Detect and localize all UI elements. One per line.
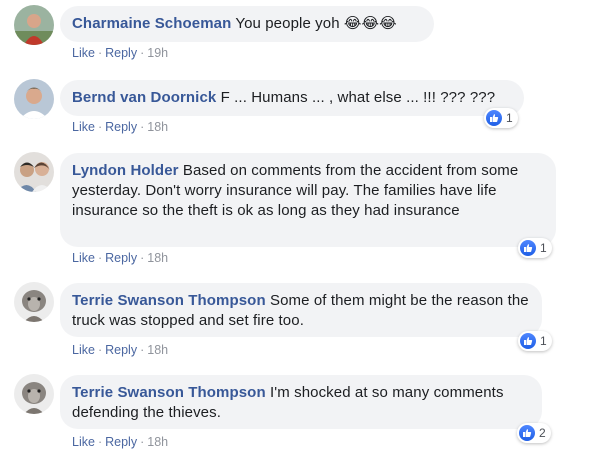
comment-bubble: Terrie Swanson Thompson Some of them mig… bbox=[60, 283, 542, 337]
thumbs-up-icon bbox=[519, 425, 535, 441]
avatar[interactable] bbox=[14, 282, 54, 322]
comment-bubble: Terrie Swanson Thompson I'm shocked at s… bbox=[60, 375, 542, 429]
comment-text: F ... Humans ... , what else ... !!! ???… bbox=[220, 89, 496, 106]
reply-link[interactable]: Reply bbox=[105, 343, 137, 357]
comment-time[interactable]: 18h bbox=[147, 343, 168, 357]
reply-link[interactable]: Reply bbox=[105, 435, 137, 449]
thumbs-up-icon bbox=[486, 110, 502, 126]
comment-actions: Like · Reply · 18h bbox=[72, 251, 169, 265]
reaction-number: 1 bbox=[540, 241, 547, 255]
comment-time[interactable]: 18h bbox=[147, 251, 168, 265]
comment-time[interactable]: 19h bbox=[147, 46, 168, 60]
like-link[interactable]: Like bbox=[72, 435, 95, 449]
reaction-count[interactable]: 2 bbox=[517, 423, 551, 443]
comment-actions: Like · Reply · 18h bbox=[72, 120, 169, 134]
reaction-count[interactable]: 1 bbox=[518, 331, 552, 351]
reply-link[interactable]: Reply bbox=[105, 251, 137, 265]
comment-author[interactable]: Lyndon Holder bbox=[72, 162, 179, 179]
like-link[interactable]: Like bbox=[72, 251, 95, 265]
comment-bubble: Charmaine Schoeman You people yoh 😂😂😂 bbox=[60, 6, 434, 42]
comment-author[interactable]: Charmaine Schoeman bbox=[72, 15, 231, 32]
thumbs-up-icon bbox=[520, 240, 536, 256]
comment-author[interactable]: Terrie Swanson Thompson bbox=[72, 384, 266, 401]
comment-time[interactable]: 18h bbox=[147, 120, 168, 134]
like-link[interactable]: Like bbox=[72, 120, 95, 134]
avatar[interactable] bbox=[14, 374, 54, 414]
comment-author[interactable]: Terrie Swanson Thompson bbox=[72, 292, 266, 309]
comment-text: You people yoh 😂😂😂 bbox=[235, 15, 397, 32]
like-link[interactable]: Like bbox=[72, 46, 95, 60]
reply-link[interactable]: Reply bbox=[105, 46, 137, 60]
reaction-number: 1 bbox=[506, 111, 513, 125]
comment-bubble: Lyndon Holder Based on comments from the… bbox=[60, 153, 556, 247]
avatar[interactable] bbox=[14, 5, 54, 45]
comment-actions: Like · Reply · 19h bbox=[72, 46, 169, 60]
avatar[interactable] bbox=[14, 152, 54, 192]
reaction-count[interactable]: 1 bbox=[518, 238, 552, 258]
comment-time[interactable]: 18h bbox=[147, 435, 168, 449]
comment-author[interactable]: Bernd van Doornick bbox=[72, 89, 216, 106]
avatar[interactable] bbox=[14, 79, 54, 119]
comment-actions: Like · Reply · 18h bbox=[72, 343, 169, 357]
reaction-count[interactable]: 1 bbox=[484, 108, 518, 128]
thumbs-up-icon bbox=[520, 333, 536, 349]
reaction-number: 1 bbox=[540, 334, 547, 348]
reaction-number: 2 bbox=[539, 426, 546, 440]
like-link[interactable]: Like bbox=[72, 343, 95, 357]
comment-bubble: Bernd van Doornick F ... Humans ... , wh… bbox=[60, 80, 524, 116]
comment-actions: Like · Reply · 18h bbox=[72, 435, 169, 449]
reply-link[interactable]: Reply bbox=[105, 120, 137, 134]
